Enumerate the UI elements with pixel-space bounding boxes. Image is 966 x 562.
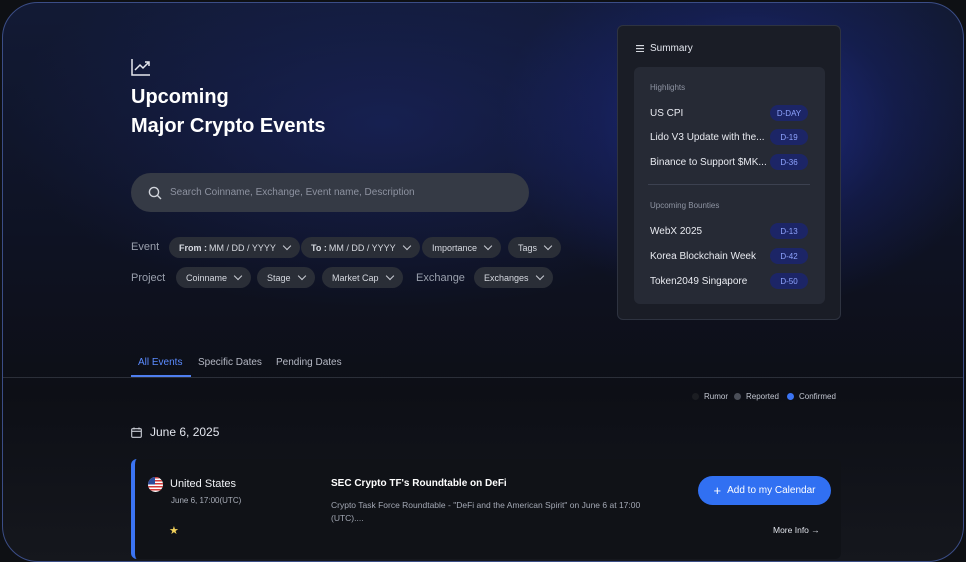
highlights-title: Highlights	[650, 83, 686, 92]
bounty-item[interactable]: WebX 2025 D-13	[650, 223, 808, 239]
chevron-down-icon	[402, 241, 411, 251]
event-filter-label: Event	[131, 241, 160, 253]
more-info-link[interactable]: More Info →	[773, 525, 820, 535]
coinname-filter[interactable]: Coinname	[176, 267, 252, 288]
chevron-down-icon	[282, 241, 292, 251]
legend-label: Confirmed	[799, 392, 836, 401]
bounty-item[interactable]: Token2049 Singapore D-50	[650, 273, 808, 289]
page-title: Upcoming Major Crypto Events	[131, 83, 325, 141]
tab-specific-dates[interactable]: Specific Dates	[198, 357, 262, 368]
from-date-filter[interactable]: From : MM / DD / YYYY	[169, 237, 300, 258]
search-placeholder: Search Coinname, Exchange, Event name, D…	[170, 187, 415, 198]
event-datetime: June 6, 17:00(UTC)	[171, 496, 242, 505]
tab-pending-dates[interactable]: Pending Dates	[276, 357, 342, 368]
chevron-down-icon	[385, 271, 394, 281]
list-icon	[636, 45, 644, 52]
event-description: Crypto Task Force Roundtable - "DeFi and…	[331, 500, 641, 523]
search-icon	[148, 186, 162, 199]
highlight-name: US CPI	[650, 107, 684, 119]
search-input[interactable]: Search Coinname, Exchange, Event name, D…	[131, 173, 529, 212]
plus-icon: +	[713, 482, 722, 498]
legend-label: Rumor	[704, 392, 729, 401]
to-date-key: To :	[311, 242, 327, 253]
tabs-divider	[3, 377, 963, 378]
add-to-calendar-button[interactable]: + Add to my Calendar	[698, 476, 831, 505]
bounty-name: Korea Blockchain Week	[650, 250, 756, 262]
summary-header: Summary	[636, 43, 693, 54]
highlight-item[interactable]: Binance to Support $MK... D-36	[650, 154, 808, 170]
us-flag-icon	[148, 477, 163, 492]
highlight-name: Binance to Support $MK...	[650, 156, 767, 168]
d-day-badge: D-DAY	[770, 105, 808, 121]
importance-filter[interactable]: Importance	[422, 237, 502, 258]
page-title-line2: Major Crypto Events	[131, 115, 326, 137]
legend-label: Reported	[746, 392, 779, 401]
add-to-calendar-label: Add to my Calendar	[727, 485, 816, 496]
exchanges-filter[interactable]: Exchanges	[474, 267, 553, 288]
stage-label: Stage	[267, 272, 291, 283]
tab-all-events[interactable]: All Events	[138, 357, 182, 368]
highlight-item[interactable]: Lido V3 Update with the... D-19	[650, 129, 808, 145]
star-icon[interactable]: ★	[169, 524, 179, 537]
bounties-title: Upcoming Bounties	[650, 201, 720, 210]
market-cap-label: Market Cap	[332, 272, 379, 283]
d-day-badge: D-42	[770, 248, 808, 264]
app-frame: Upcoming Major Crypto Events Search Coin…	[2, 2, 964, 562]
chevron-down-icon	[543, 241, 553, 251]
confirmed-dot	[787, 393, 794, 400]
tags-label: Tags	[518, 242, 538, 253]
bounty-name: WebX 2025	[650, 225, 703, 237]
to-date-filter[interactable]: To : MM / DD / YYYY	[301, 237, 420, 258]
project-filter-label: Project	[131, 272, 166, 284]
legend-confirmed: Confirmed	[787, 392, 836, 401]
chevron-down-icon	[233, 271, 243, 281]
from-date-key: From :	[179, 242, 207, 253]
bounty-name: Token2049 Singapore	[650, 275, 748, 287]
exchanges-label: Exchanges	[484, 272, 529, 283]
legend-rumor: Rumor	[692, 392, 728, 401]
event-title[interactable]: SEC Crypto TF's Roundtable on DeFi	[331, 478, 507, 489]
d-day-badge: D-50	[770, 273, 808, 289]
highlight-item[interactable]: US CPI D-DAY	[650, 105, 808, 121]
date-heading: June 6, 2025	[131, 425, 219, 439]
tags-filter[interactable]: Tags	[508, 237, 562, 258]
summary-panel: Summary Highlights US CPI D-DAY Lido V3 …	[617, 25, 841, 320]
summary-content: Highlights US CPI D-DAY Lido V3 Update w…	[634, 67, 825, 304]
page-title-line1: Upcoming	[131, 86, 229, 108]
d-day-badge: D-13	[770, 223, 808, 239]
trending-chart-icon	[131, 59, 150, 76]
event-country: United States	[170, 478, 237, 490]
from-date-value: MM / DD / YYYY	[209, 242, 276, 253]
reported-dot	[734, 393, 741, 400]
highlight-name: Lido V3 Update with the...	[650, 131, 765, 143]
active-tab-indicator	[131, 375, 191, 377]
summary-divider	[648, 184, 810, 185]
chevron-down-icon	[483, 241, 493, 251]
d-day-badge: D-19	[770, 129, 808, 145]
market-cap-filter[interactable]: Market Cap	[322, 267, 403, 288]
chevron-down-icon	[535, 271, 544, 281]
rumor-dot	[692, 393, 699, 400]
stage-filter[interactable]: Stage	[257, 267, 315, 288]
legend-reported: Reported	[734, 392, 779, 401]
importance-label: Importance	[432, 242, 478, 253]
summary-title: Summary	[650, 43, 693, 54]
bounty-item[interactable]: Korea Blockchain Week D-42	[650, 248, 808, 264]
chevron-down-icon	[297, 271, 306, 281]
d-day-badge: D-36	[770, 154, 808, 170]
coinname-label: Coinname	[186, 272, 228, 283]
date-heading-text: June 6, 2025	[150, 425, 220, 439]
to-date-value: MM / DD / YYYY	[328, 242, 396, 253]
event-card[interactable]: United States June 6, 17:00(UTC) ★ SEC C…	[131, 459, 841, 559]
calendar-icon	[131, 427, 142, 438]
exchange-filter-label: Exchange	[416, 272, 465, 284]
